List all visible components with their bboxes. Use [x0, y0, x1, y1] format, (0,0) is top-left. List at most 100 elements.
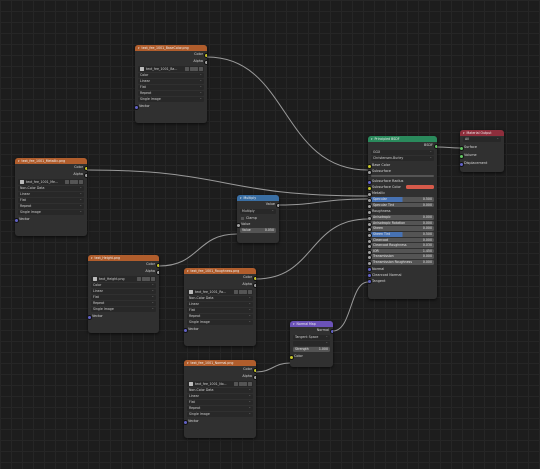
socket-dot[interactable]: [368, 279, 372, 285]
link-height-to-math[interactable]: [158, 233, 238, 267]
extension-dropdown[interactable]: Repeat: [187, 405, 253, 411]
field-sheen[interactable]: Sheen 0.000: [368, 226, 434, 233]
field-transmission-roughness[interactable]: Transmission Roughness 0.000: [368, 259, 434, 266]
extension-dropdown[interactable]: Repeat: [18, 203, 84, 209]
fake-user-icon[interactable]: [234, 290, 239, 294]
image-selector[interactable]: text_fee_1001_No...: [187, 381, 253, 387]
socket-dot[interactable]: [88, 315, 92, 320]
interpolation-dropdown[interactable]: Linear: [91, 288, 156, 294]
socket-dot[interactable]: [83, 173, 87, 178]
link-basecolor-to-bsdf[interactable]: [206, 56, 369, 171]
node-normal-map[interactable]: ▾Normal Map Normal Tangent Space Strengt…: [290, 321, 333, 367]
new-image-icon[interactable]: [238, 382, 243, 386]
interpolation-dropdown[interactable]: Linear: [18, 191, 84, 197]
new-image-icon[interactable]: [141, 277, 146, 281]
link-normalmap-to-bsdf[interactable]: [332, 281, 369, 332]
socket-dot[interactable]: [15, 218, 19, 223]
image-selector[interactable]: text_fee_1001_Ro...: [187, 289, 253, 295]
interpolation-dropdown[interactable]: Linear: [138, 78, 204, 84]
node-image-texture-normal[interactable]: ▾ text_fee_1001_Normal.png Color Alpha te…: [184, 360, 256, 438]
projection-dropdown[interactable]: Flat: [18, 197, 84, 203]
source-dropdown[interactable]: Single Image: [187, 411, 253, 417]
link-math-to-bsdf[interactable]: [278, 198, 369, 206]
interpolation-dropdown[interactable]: Linear: [187, 393, 253, 399]
fake-user-icon[interactable]: [137, 277, 142, 281]
image-icon[interactable]: [188, 290, 193, 294]
colorspace-dropdown[interactable]: Color: [91, 282, 156, 288]
close-icon[interactable]: [248, 290, 252, 294]
source-dropdown[interactable]: Single Image: [91, 306, 156, 312]
socket-dot[interactable]: [368, 209, 372, 215]
node-principled-bsdf[interactable]: ▾Principled BSDF BSDF GGX Christensen-Bu…: [368, 136, 437, 299]
projection-dropdown[interactable]: Flat: [91, 294, 156, 300]
close-icon[interactable]: [79, 180, 83, 184]
node-image-texture-roughness[interactable]: ▾ text_fee_1001_Roughness.png Color Alpha…: [184, 268, 256, 346]
source-dropdown[interactable]: Single Image: [138, 96, 204, 102]
collapse-icon[interactable]: ▾: [187, 269, 189, 273]
close-icon[interactable]: [248, 382, 252, 386]
uv-map-field[interactable]: [293, 340, 330, 346]
open-folder-icon[interactable]: [74, 180, 79, 184]
new-image-icon[interactable]: [238, 290, 243, 294]
value-field[interactable]: Value 0.050: [240, 228, 276, 233]
colorspace-dropdown[interactable]: Non-Color Data: [18, 185, 84, 191]
collapse-icon[interactable]: ▾: [91, 256, 93, 260]
collapse-icon[interactable]: ▾: [240, 196, 242, 200]
field-clearcoat-roughness[interactable]: Clearcoat Roughness 0.030: [368, 243, 434, 250]
socket-dot[interactable]: [252, 375, 256, 380]
extension-dropdown[interactable]: Repeat: [187, 313, 253, 319]
subsurface-color-swatch[interactable]: [406, 185, 434, 189]
socket-dot[interactable]: [433, 144, 437, 149]
subsurface-method-dropdown[interactable]: Christensen-Burley: [371, 155, 434, 161]
socket-dot[interactable]: [460, 161, 464, 167]
source-dropdown[interactable]: Single Image: [187, 319, 253, 325]
field-ior[interactable]: IOR 1.450: [368, 248, 434, 255]
socket-dot[interactable]: [252, 283, 256, 288]
checkbox-icon[interactable]: [241, 216, 244, 220]
socket-dot[interactable]: [290, 355, 294, 360]
open-folder-icon[interactable]: [243, 290, 248, 294]
interpolation-dropdown[interactable]: Linear: [187, 301, 253, 307]
socket-dot[interactable]: [460, 153, 464, 159]
socket-dot[interactable]: [184, 328, 188, 333]
new-image-icon[interactable]: [189, 67, 194, 71]
field-clearcoat[interactable]: Clearcoat 0.000: [368, 237, 434, 244]
extension-dropdown[interactable]: Repeat: [91, 300, 156, 306]
socket-dot[interactable]: [135, 105, 139, 110]
image-selector[interactable]: text_fee_1001_Me...: [18, 179, 84, 185]
node-image-texture-basecolor[interactable]: ▾ text_fee_1001_BaseColor.png Color Alpha…: [135, 45, 207, 123]
collapse-icon[interactable]: ▾: [138, 46, 140, 50]
colorspace-dropdown[interactable]: Non-Color Data: [187, 295, 253, 301]
fake-user-icon[interactable]: [65, 180, 70, 184]
field-anisotropic-rotation[interactable]: Anisotropic Rotation 0.000: [368, 220, 434, 227]
image-icon[interactable]: [139, 67, 144, 71]
fake-user-icon[interactable]: [234, 382, 239, 386]
socket-dot[interactable]: [155, 270, 159, 275]
collapse-icon[interactable]: ▾: [187, 361, 189, 365]
socket-dot[interactable]: [275, 203, 279, 208]
source-dropdown[interactable]: Single Image: [18, 209, 84, 215]
collapse-icon[interactable]: ▾: [371, 137, 373, 141]
close-icon[interactable]: [151, 277, 155, 281]
socket-dot[interactable]: [460, 145, 464, 151]
operation-dropdown[interactable]: Multiply: [240, 208, 276, 214]
field-anisotropic[interactable]: Anisotropic 0.000: [368, 215, 434, 222]
link-bsdf-to-output[interactable]: [436, 146, 461, 149]
collapse-icon[interactable]: ▾: [463, 131, 465, 135]
node-material-output[interactable]: ▾Material Output All Surface Volume Disp…: [460, 130, 504, 172]
projection-dropdown[interactable]: Flat: [187, 399, 253, 405]
new-image-icon[interactable]: [69, 180, 74, 184]
collapse-icon[interactable]: ▾: [293, 322, 295, 326]
space-dropdown[interactable]: Tangent Space: [293, 334, 330, 340]
image-selector[interactable]: text_Height.png: [91, 276, 156, 282]
open-folder-icon[interactable]: [146, 277, 151, 281]
strength-field[interactable]: Strength 1.000: [293, 347, 330, 352]
node-image-texture-height[interactable]: ▾ text_Height.png Color Alpha text_Height…: [88, 255, 159, 333]
field-transmission[interactable]: Transmission 0.000: [368, 254, 434, 261]
collapse-icon[interactable]: ▾: [18, 159, 20, 163]
subsurface-radius-vector[interactable]: [371, 175, 434, 177]
node-image-texture-metallic[interactable]: ▾ text_fee_1001_Metallic.png Color Alpha …: [15, 158, 87, 236]
open-folder-icon[interactable]: [243, 382, 248, 386]
field-specular[interactable]: Specular 0.500: [368, 197, 434, 203]
socket-dot[interactable]: [329, 329, 333, 334]
